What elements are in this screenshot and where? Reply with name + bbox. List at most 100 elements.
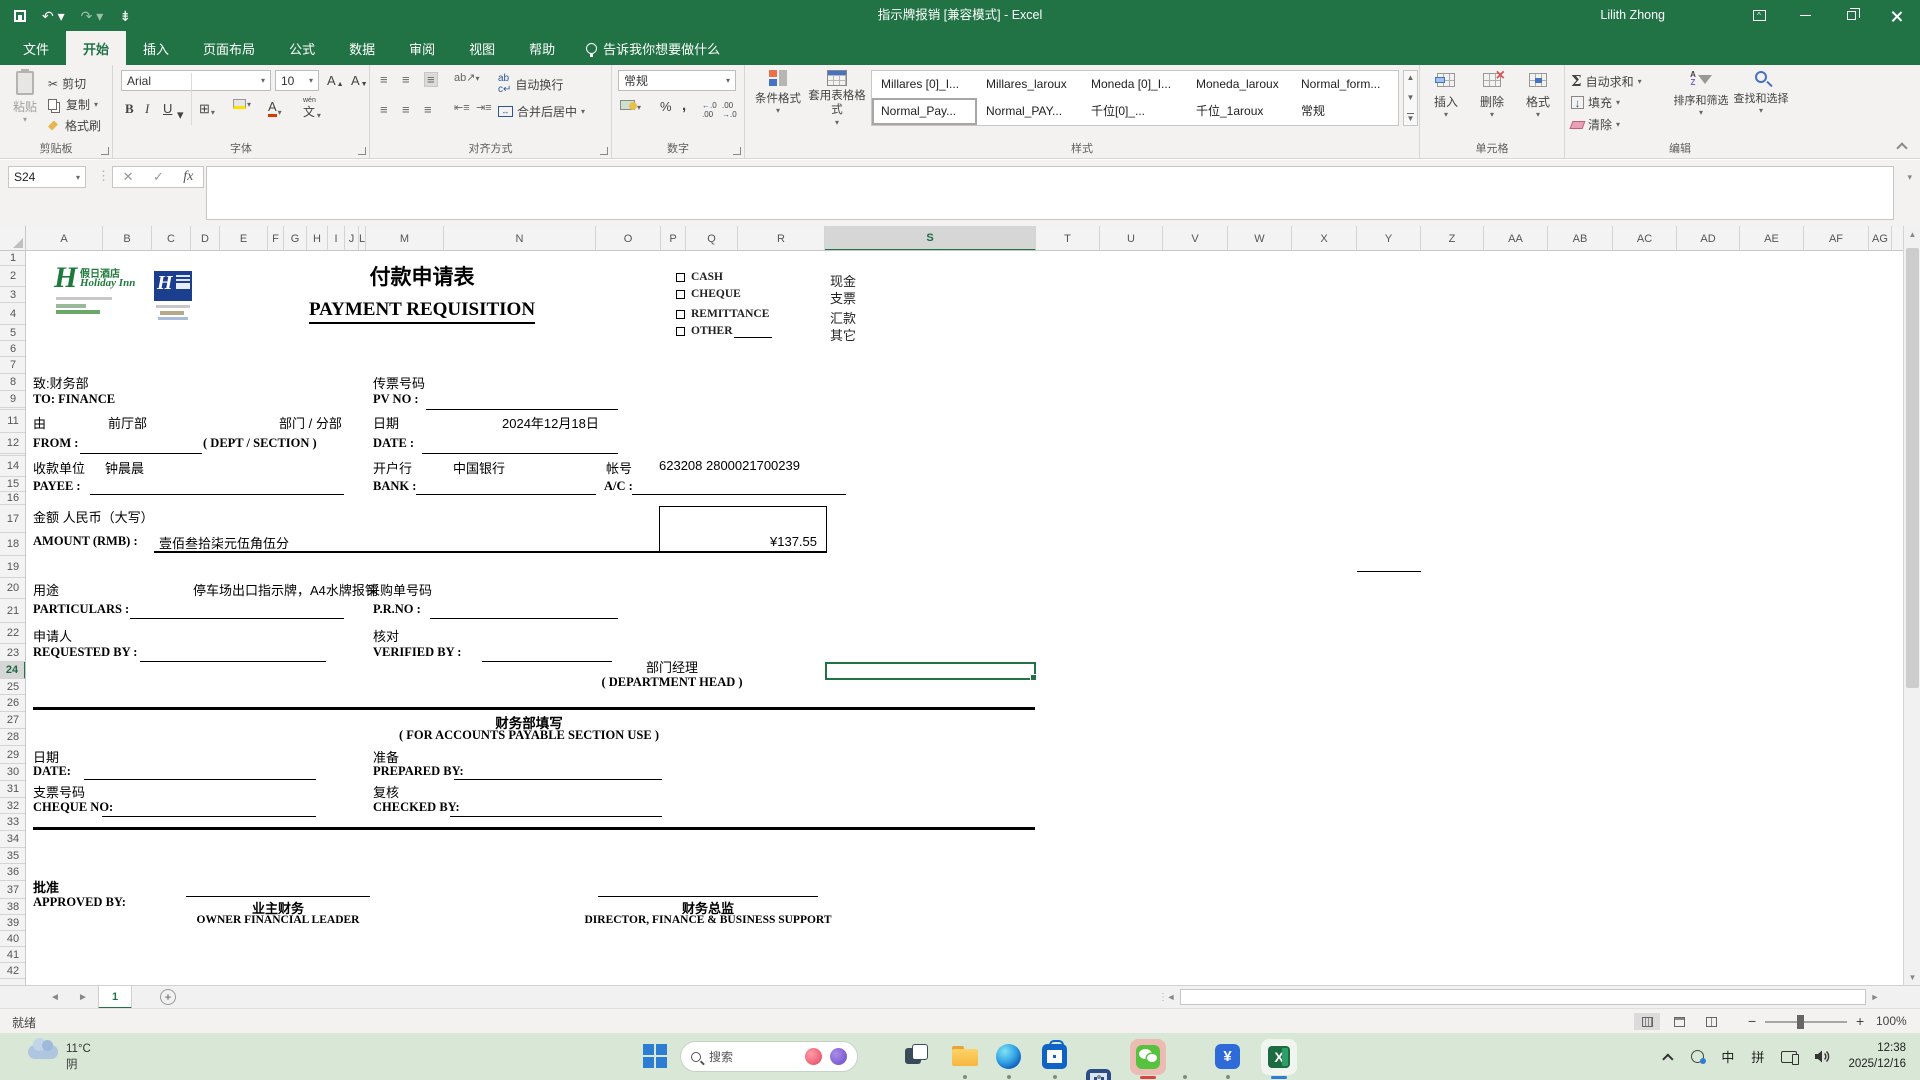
restore-button[interactable] — [1828, 0, 1874, 31]
row-header-8[interactable]: 8 — [0, 374, 25, 391]
column-header-AA[interactable]: AA — [1484, 226, 1548, 250]
cell-style-item[interactable]: Millares_laroux — [977, 71, 1082, 98]
gallery-scroll[interactable]: ▲ ▼ ▼ — [1403, 70, 1418, 126]
normal-view-button[interactable] — [1634, 1013, 1660, 1030]
row-header-15[interactable]: 15 — [0, 477, 25, 492]
column-header-Z[interactable]: Z — [1421, 226, 1484, 250]
hidden-icons-chevron[interactable] — [1662, 1052, 1674, 1065]
weather-icon[interactable] — [28, 1038, 58, 1059]
row-header-31[interactable]: 31 — [0, 781, 25, 798]
cell-style-item[interactable]: Normal_form... — [1292, 71, 1397, 98]
column-header-AE[interactable]: AE — [1740, 226, 1804, 250]
column-header-AF[interactable]: AF — [1804, 226, 1869, 250]
cancel-icon[interactable]: ✕ — [123, 169, 134, 185]
row-header-2[interactable]: 2 — [0, 266, 25, 287]
edge-icon[interactable] — [996, 1044, 1021, 1069]
customize-qat-icon[interactable]: ⇟ — [119, 9, 131, 23]
cell-style-item[interactable]: Moneda [0]_I... — [1082, 71, 1187, 98]
excel-taskbar-icon[interactable]: X — [1261, 1039, 1297, 1075]
format-painter-button[interactable]: 格式刷 — [48, 117, 101, 134]
collapse-ribbon-icon[interactable] — [1896, 142, 1908, 154]
column-header-I[interactable]: I — [328, 226, 345, 250]
ime-language-indicator[interactable]: 中 — [1721, 1047, 1734, 1066]
row-header-40[interactable]: 40 — [0, 931, 25, 947]
copy-button[interactable]: 复制 ▾ — [48, 96, 98, 113]
row-header-34[interactable]: 34 — [0, 831, 25, 848]
accounting-format-icon[interactable]: ▾ — [620, 99, 641, 113]
align-top-icon[interactable]: ≡ — [380, 73, 388, 86]
column-header-D[interactable]: D — [191, 226, 220, 250]
close-button[interactable] — [1874, 0, 1920, 31]
volume-icon[interactable] — [1814, 1049, 1831, 1064]
cell-style-item[interactable]: Millares [0]_I... — [872, 71, 977, 98]
hscroll-right-icon[interactable]: ► — [1868, 989, 1882, 1005]
ime-mode-indicator[interactable]: 拼 — [1751, 1047, 1764, 1066]
column-header-T[interactable]: T — [1036, 226, 1100, 250]
delete-cells-button[interactable]: 删除▾ — [1470, 67, 1514, 119]
row-header-29[interactable]: 29 — [0, 746, 25, 764]
decrease-font-icon[interactable]: A ▼ — [351, 73, 368, 88]
sheet-nav-left-icon[interactable]: ◄ — [50, 986, 60, 1009]
zoom-slider-track[interactable] — [1765, 1021, 1847, 1023]
underline-caret[interactable]: ▾ — [177, 107, 184, 123]
row-header-18[interactable]: 18 — [0, 533, 25, 556]
column-header-E[interactable]: E — [220, 226, 268, 250]
row-header-1[interactable]: 1 — [0, 251, 25, 266]
row-header-7[interactable]: 7 — [0, 357, 25, 374]
cell-style-item[interactable]: Moneda_laroux — [1187, 71, 1292, 98]
sheet-tab-1[interactable]: 1 — [98, 986, 132, 1009]
new-sheet-button[interactable]: + — [160, 989, 176, 1005]
enter-icon[interactable]: ✓ — [153, 169, 164, 185]
vertical-scroll-thumb[interactable] — [1906, 248, 1919, 688]
font-size-select[interactable]: 10 ▾ — [275, 70, 319, 91]
column-header-U[interactable]: U — [1100, 226, 1163, 250]
ribbon-tab-文件[interactable]: 文件 — [6, 31, 66, 65]
column-header-R[interactable]: R — [738, 226, 825, 250]
row-header-26[interactable]: 26 — [0, 695, 25, 712]
row-header-16[interactable]: 16 — [0, 492, 25, 505]
conditional-formatting-button[interactable]: 条件格式 ▾ — [751, 70, 805, 115]
ribbon-tab-公式[interactable]: 公式 — [272, 31, 332, 65]
cell-style-item[interactable]: Normal_PAY... — [977, 98, 1082, 125]
paste-button[interactable]: 粘贴 ▾ — [8, 69, 42, 124]
file-explorer-icon[interactable] — [952, 1046, 978, 1066]
clipboard-dialog-launcher[interactable] — [101, 147, 109, 155]
scroll-down-icon[interactable]: ▼ — [1904, 969, 1920, 985]
row-header-11[interactable]: 11 — [0, 410, 25, 433]
insert-function-icon[interactable]: fx — [183, 169, 193, 185]
find-select-button[interactable]: 查找和选择 ▾ — [1729, 71, 1793, 115]
column-header-V[interactable]: V — [1163, 226, 1228, 250]
column-header-O[interactable]: O — [596, 226, 661, 250]
minimize-button[interactable] — [1782, 0, 1828, 31]
cell-style-item[interactable]: 千位[0]_... — [1082, 98, 1187, 125]
ribbon-tab-开始[interactable]: 开始 — [66, 31, 127, 65]
increase-font-icon[interactable]: A ▲ — [327, 73, 344, 88]
cell-style-item[interactable]: Normal_Pay... — [872, 98, 977, 125]
decrease-decimal-icon[interactable]: .00 →.0 — [722, 101, 737, 119]
column-header-AD[interactable]: AD — [1677, 226, 1740, 250]
row-header-21[interactable]: 21 — [0, 599, 25, 623]
sort-filter-button[interactable]: AZ 排序和筛选 ▾ — [1669, 71, 1733, 118]
row-header-14[interactable]: 14 — [0, 456, 25, 477]
column-header-X[interactable]: X — [1292, 226, 1357, 250]
column-header-P[interactable]: P — [661, 226, 686, 250]
align-center-icon[interactable]: ≡ — [402, 103, 410, 116]
selected-cell-S24[interactable] — [825, 662, 1037, 681]
row-header-28[interactable]: 28 — [0, 729, 25, 746]
column-header-N[interactable]: N — [444, 226, 596, 250]
number-format-select[interactable]: 常规 ▾ — [618, 70, 736, 91]
format-cells-button[interactable]: 格式 ▾ — [1516, 73, 1560, 119]
weather-widget[interactable]: 11°C 阴 — [66, 1041, 91, 1073]
row-header-22[interactable]: 22 — [0, 623, 25, 644]
column-header-AC[interactable]: AC — [1613, 226, 1677, 250]
zoom-out-button[interactable]: − — [1748, 1013, 1756, 1029]
column-header-M[interactable]: M — [366, 226, 444, 250]
page-break-view-button[interactable] — [1698, 1013, 1724, 1030]
row-header-36[interactable]: 36 — [0, 864, 25, 881]
formula-input[interactable] — [206, 166, 1894, 220]
autosum-button[interactable]: Σ 自动求和 ▾ — [1571, 72, 1642, 90]
save-icon[interactable] — [14, 9, 26, 22]
font-color-icon[interactable]: A ▾ — [268, 99, 282, 117]
name-box[interactable]: S24 ▾ — [8, 166, 86, 188]
cast-tray-icon[interactable] — [1781, 1050, 1800, 1065]
